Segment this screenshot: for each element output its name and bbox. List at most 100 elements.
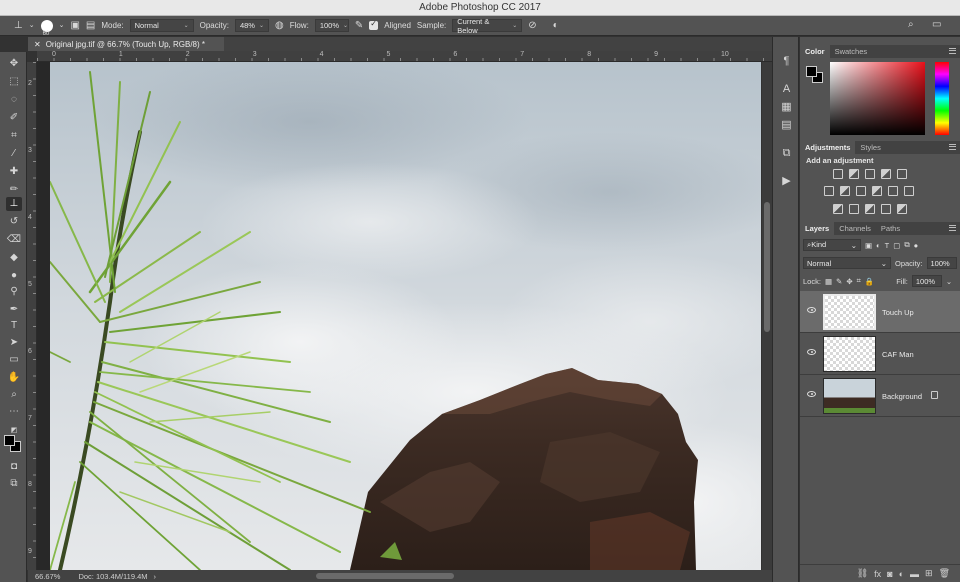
delete-layer-icon[interactable]: 🗑 [939, 568, 950, 579]
layer-name[interactable]: Background [882, 392, 922, 401]
add-mask-icon[interactable]: ◙ [887, 569, 892, 579]
filter-adjustment-icon[interactable]: ◐ [876, 241, 881, 250]
tab-color[interactable]: Color [800, 45, 830, 58]
new-layer-icon[interactable]: ⊞ [925, 568, 933, 579]
canvas-area[interactable] [37, 62, 761, 570]
invert-icon[interactable] [833, 204, 843, 214]
path-selection-tool-icon[interactable]: ➤ [6, 336, 22, 350]
brush-preset-chevron-icon[interactable]: ⌄ [59, 22, 65, 29]
vertical-scrollbar[interactable] [762, 62, 772, 570]
screen-mode-icon[interactable]: ⧉ [6, 477, 22, 491]
document-image[interactable] [50, 62, 761, 570]
blur-tool-icon[interactable]: ● [6, 269, 22, 283]
quick-mask-icon[interactable]: ◘ [6, 460, 22, 474]
marquee-tool-icon[interactable]: ⬚ [6, 75, 22, 89]
tab-layers[interactable]: Layers [800, 222, 835, 235]
color-picker-field[interactable] [830, 62, 925, 135]
lock-artboard-icon[interactable]: ⌗ [857, 276, 861, 286]
type-tool-icon[interactable]: T [6, 319, 22, 333]
layer-filter-select[interactable]: ⌕Kind ⌄ [803, 239, 861, 251]
layer-name[interactable]: Touch Up [882, 308, 914, 317]
layer-thumbnail[interactable] [823, 336, 876, 372]
pressure-size-icon[interactable]: ◐ [553, 20, 559, 31]
zoom-level[interactable]: 66.67% [35, 572, 60, 581]
status-menu-chevron-icon[interactable]: › [154, 572, 157, 581]
panel-menu-icon[interactable] [949, 144, 956, 150]
healing-brush-tool-icon[interactable]: ✚ [6, 165, 22, 179]
layer-opacity-field[interactable]: 100% [926, 257, 957, 269]
tab-channels[interactable]: Channels [834, 222, 876, 235]
opacity-field[interactable]: 48% ⌄ [234, 19, 269, 32]
crop-tool-icon[interactable]: ⌗ [6, 129, 22, 143]
clone-source-panel-icon[interactable]: ⧉ [780, 147, 793, 160]
new-adjustment-layer-icon[interactable]: ◐ [899, 569, 904, 579]
lock-image-icon[interactable]: ✎ [836, 277, 842, 286]
pressure-opacity-icon[interactable]: ◍ [275, 20, 284, 31]
posterize-icon[interactable] [849, 204, 859, 214]
flow-field[interactable]: 100% ⌄ [314, 19, 349, 32]
exposure-icon[interactable] [881, 169, 891, 179]
selective-color-icon[interactable] [897, 204, 907, 214]
layer-row-touch-up[interactable]: Touch Up [800, 291, 960, 333]
layer-thumbnail[interactable] [823, 294, 876, 330]
character-panel-icon[interactable]: A [780, 83, 793, 96]
tab-adjustments[interactable]: Adjustments [800, 141, 856, 154]
foreground-color-swatch[interactable] [4, 435, 15, 446]
visibility-eye-icon[interactable] [807, 391, 816, 397]
aligned-checkbox[interactable] [369, 19, 379, 30]
airbrush-icon[interactable]: ✎ [355, 20, 363, 31]
libraries-panel-icon[interactable]: ▤ [780, 119, 793, 132]
brightness-contrast-icon[interactable] [833, 169, 843, 179]
layer-thumbnail[interactable] [823, 378, 876, 414]
layer-style-icon[interactable]: fx [874, 569, 881, 579]
hand-tool-icon[interactable]: ✋ [6, 371, 22, 385]
color-panel-foreground-swatch[interactable] [806, 66, 817, 77]
channel-mixer-icon[interactable] [888, 186, 898, 196]
gradient-map-icon[interactable] [881, 204, 891, 214]
paragraph-panel-icon[interactable]: ¶ [780, 55, 793, 68]
panel-menu-icon[interactable] [949, 225, 956, 231]
eyedropper-tool-icon[interactable]: ⁄ [6, 147, 22, 161]
blend-mode-select[interactable]: Normal ⌄ [803, 257, 891, 269]
color-lookup-icon[interactable] [904, 186, 914, 196]
doc-size[interactable]: Doc: 103.4M/119.4M [78, 572, 147, 581]
document-tab[interactable]: ✕ Original jpg.tif @ 66.7% (Touch Up, RG… [28, 37, 224, 51]
pen-tool-icon[interactable]: ✒ [6, 303, 22, 317]
move-tool-icon[interactable]: ✥ [6, 57, 22, 71]
curves-icon[interactable] [865, 169, 875, 179]
visibility-eye-icon[interactable] [807, 349, 816, 355]
lock-transparent-icon[interactable]: ▦ [825, 277, 832, 286]
rectangle-tool-icon[interactable]: ▭ [6, 353, 22, 367]
search-icon[interactable]: ⌕ [908, 20, 914, 30]
zoom-tool-icon[interactable]: ⌕ [6, 388, 22, 402]
layer-row-background[interactable]: Background [800, 375, 960, 417]
tab-styles[interactable]: Styles [855, 141, 885, 154]
lock-position-icon[interactable]: ✥ [846, 277, 852, 286]
mode-select[interactable]: Normal ⌄ [129, 19, 194, 32]
visibility-eye-icon[interactable] [807, 307, 816, 313]
photo-filter-icon[interactable] [872, 186, 882, 196]
fill-field[interactable]: 100% [911, 275, 942, 287]
link-layers-icon[interactable]: ⛓ [857, 568, 868, 579]
vertical-scroll-thumb[interactable] [764, 202, 770, 332]
lasso-tool-icon[interactable]: ◌ [6, 93, 22, 107]
paint-bucket-tool-icon[interactable]: ◆ [6, 251, 22, 265]
chevron-down-icon[interactable]: ⌄ [946, 277, 952, 286]
quick-selection-tool-icon[interactable]: ✐ [6, 111, 22, 125]
workspace-icon[interactable]: ▭ [932, 20, 941, 30]
vibrance-icon[interactable] [897, 169, 907, 179]
layer-name[interactable]: CAF Man [882, 350, 914, 359]
horizontal-scroll-thumb[interactable] [316, 573, 454, 579]
history-brush-tool-icon[interactable]: ↺ [6, 215, 22, 229]
threshold-icon[interactable] [865, 204, 875, 214]
ignore-adjustment-layers-icon[interactable]: ⊘ [528, 20, 536, 31]
toggle-clone-source-icon[interactable]: ▤ [86, 20, 95, 31]
actions-panel-icon[interactable]: ▶ [780, 175, 793, 188]
color-balance-icon[interactable] [840, 186, 850, 196]
hue-saturation-icon[interactable] [824, 186, 834, 196]
eraser-tool-icon[interactable]: ⌫ [6, 233, 22, 247]
brush-tool-icon[interactable]: ✏ [6, 183, 22, 197]
brush-preset-picker[interactable]: 60 [40, 19, 53, 37]
tool-preset-chevron-icon[interactable]: ⌄ [29, 22, 35, 29]
layer-row-caf-man[interactable]: CAF Man [800, 333, 960, 375]
